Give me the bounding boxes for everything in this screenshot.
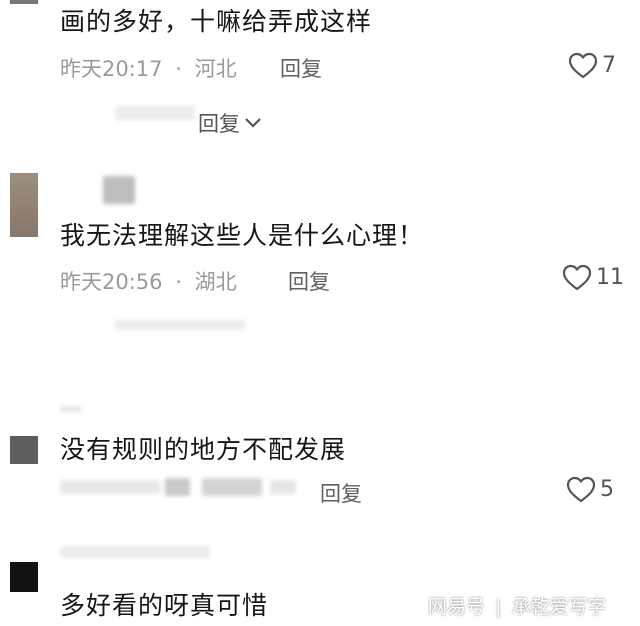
comment-meta: 昨天20:17 · 河北 bbox=[60, 53, 237, 83]
avatar[interactable] bbox=[10, 173, 38, 237]
comment-text: 多好看的呀真可惜 bbox=[60, 591, 269, 620]
like-button[interactable]: 11 bbox=[562, 264, 624, 291]
comment-location: 河北 bbox=[194, 57, 237, 81]
meta-separator: · bbox=[175, 270, 182, 294]
blurred-meta bbox=[270, 480, 296, 494]
blurred-text bbox=[115, 320, 245, 330]
like-count: 7 bbox=[602, 53, 616, 78]
like-button[interactable]: 5 bbox=[566, 476, 614, 503]
watermark-author: 承乾爱写字 bbox=[511, 596, 607, 618]
comment-location: 湖北 bbox=[194, 270, 237, 294]
avatar[interactable] bbox=[10, 436, 38, 464]
blurred-username bbox=[60, 406, 82, 412]
expand-replies-button[interactable]: 回复 bbox=[198, 108, 262, 138]
blurred-meta bbox=[165, 478, 190, 496]
meta-separator: · bbox=[175, 57, 182, 81]
blurred-meta bbox=[202, 478, 262, 496]
comment-text: 我无法理解这些人是什么心理！ bbox=[60, 221, 425, 250]
comment-time: 昨天20:17 bbox=[60, 57, 163, 81]
reply-button[interactable]: 回复 bbox=[288, 266, 330, 296]
comment-text: 画的多好，十嘛给弄成这样 bbox=[60, 7, 373, 36]
avatar[interactable] bbox=[10, 562, 38, 592]
blurred-username bbox=[103, 176, 135, 204]
watermark-site: 网易号 bbox=[428, 596, 486, 618]
reply-button[interactable]: 回复 bbox=[320, 478, 362, 508]
like-count: 5 bbox=[600, 477, 614, 502]
heart-icon bbox=[562, 264, 592, 291]
blurred-meta bbox=[60, 480, 160, 494]
comment-meta: 昨天20:56 · 湖北 bbox=[60, 266, 237, 296]
expand-replies-label: 回复 bbox=[198, 112, 240, 136]
avatar[interactable] bbox=[10, 0, 38, 4]
watermark-divider: | bbox=[495, 596, 502, 618]
blurred-username bbox=[60, 546, 210, 558]
heart-icon bbox=[566, 476, 596, 503]
chevron-down-icon bbox=[245, 118, 261, 128]
like-count: 11 bbox=[596, 265, 624, 290]
blurred-text bbox=[115, 106, 195, 120]
comment-text: 没有规则的地方不配发展 bbox=[60, 435, 347, 464]
watermark: 网易号 | 承乾爱写字 bbox=[428, 592, 607, 619]
like-button[interactable]: 7 bbox=[568, 52, 616, 79]
comment-time: 昨天20:56 bbox=[60, 270, 163, 294]
heart-icon bbox=[568, 52, 598, 79]
reply-button[interactable]: 回复 bbox=[280, 53, 322, 83]
